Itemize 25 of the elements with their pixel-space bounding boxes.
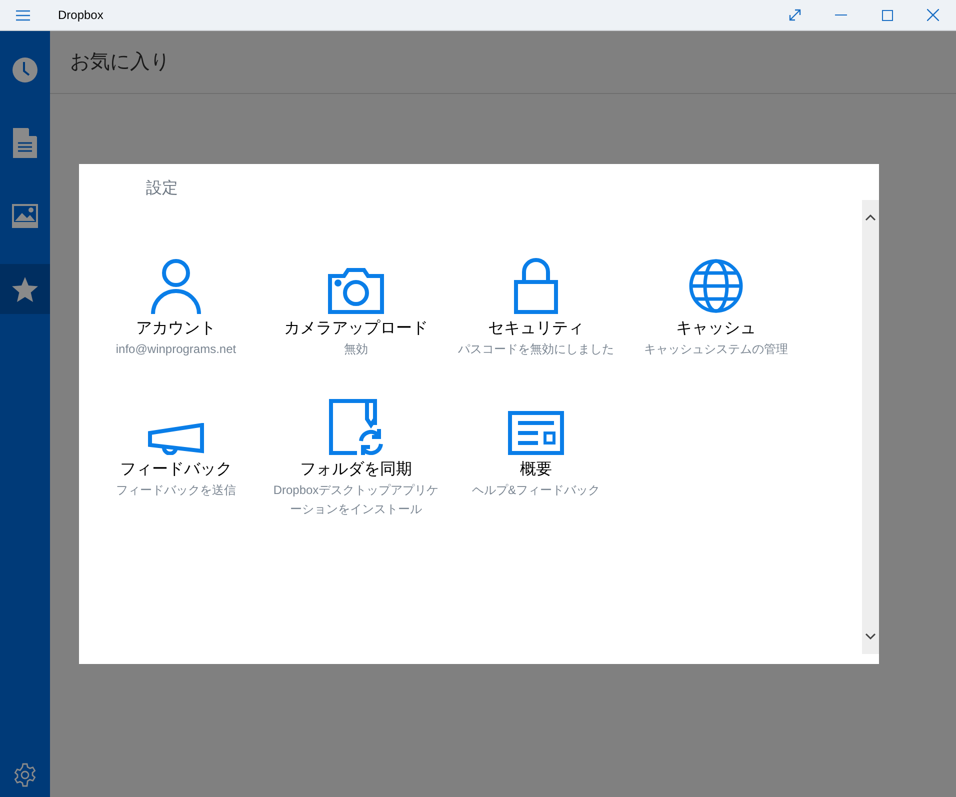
camera-icon [328,268,384,314]
clock-icon [12,57,38,83]
globe-icon [688,258,744,314]
megaphone-icon [148,423,204,455]
settings-tile[interactable]: 概要 ヘルプ&フィードバック [446,399,626,519]
sidebar-item[interactable] [0,264,50,314]
settings-tile[interactable]: アカウント info@winprograms.net [86,258,266,359]
document-overview-icon [508,411,564,455]
settings-tile[interactable]: キャッシュ キャッシュシステムの管理 [626,258,806,359]
folder-sync-icon [329,399,383,455]
scrollbar[interactable] [862,200,879,654]
scroll-down-icon[interactable] [865,633,876,640]
person-icon [150,258,202,314]
dialog-title: 設定 [146,178,178,199]
padlock-icon [514,258,558,314]
scroll-up-icon[interactable] [865,214,876,221]
star-icon [12,276,38,302]
window-title: Dropbox [58,7,104,24]
settings-tile[interactable]: フィードバック フィードバックを送信 [86,399,266,519]
page-title: お気に入り [70,50,170,75]
settings-tile[interactable]: フォルダを同期 Dropboxデスクトップアプリケーションをインストール [266,399,446,519]
document-icon [13,128,37,158]
settings-tile[interactable]: カメラアップロード 無効 [266,258,446,359]
image-icon [12,204,38,228]
settings-tile[interactable]: セキュリティ パスコードを無効にしました [446,258,626,359]
